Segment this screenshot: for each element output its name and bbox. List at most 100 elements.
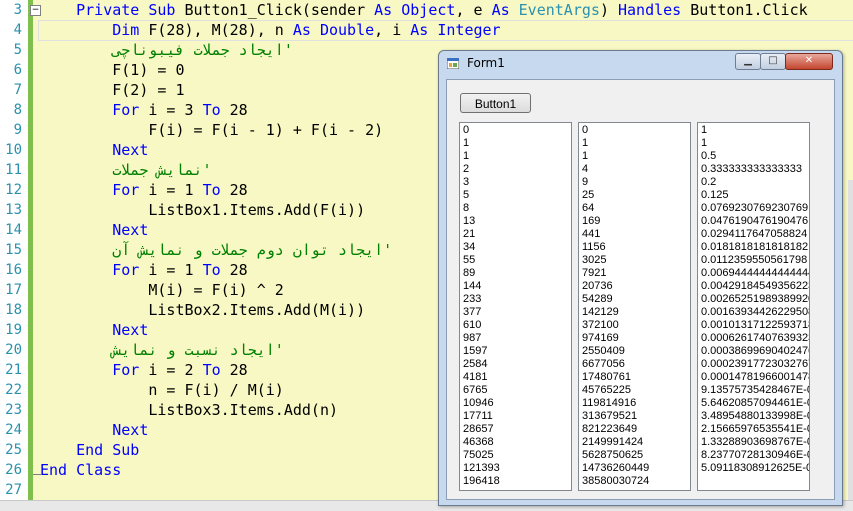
- listbox1-item[interactable]: 1: [463, 137, 571, 150]
- listbox3-item[interactable]: 0.00694444444444444: [701, 267, 809, 280]
- listbox1-item[interactable]: 233: [463, 293, 571, 306]
- listbox1-item[interactable]: 21: [463, 228, 571, 241]
- listbox2-item[interactable]: 2149991424: [582, 436, 690, 449]
- listbox3-item[interactable]: 0.0476190476190476: [701, 215, 809, 228]
- listbox3-item[interactable]: 9.13575735428467E-05: [701, 384, 809, 397]
- listbox1-item[interactable]: 2584: [463, 358, 571, 371]
- listbox3-item[interactable]: 0.000386996904024768: [701, 345, 809, 358]
- listbox1-item[interactable]: 34: [463, 241, 571, 254]
- listbox2-item[interactable]: 17480761: [582, 371, 690, 384]
- listbox1-item[interactable]: 121393: [463, 462, 571, 475]
- listbox3-item[interactable]: 0.5: [701, 150, 809, 163]
- listbox3-item[interactable]: 3.48954880133998E-05: [701, 410, 809, 423]
- maximize-button[interactable]: □: [760, 53, 786, 70]
- listbox1[interactable]: 0 1 1 2 3 5 8 13 21 34 55 89 144 233 377 610 987 1597 2584…: [459, 122, 572, 491]
- button1[interactable]: Button1: [460, 93, 531, 113]
- listbox3-item[interactable]: 0.000239177230327673: [701, 358, 809, 371]
- listbox2-item[interactable]: 1: [582, 150, 690, 163]
- listbox2-item[interactable]: 3025: [582, 254, 690, 267]
- line-number: 18: [5, 302, 22, 318]
- listbox2-item[interactable]: 142129: [582, 306, 690, 319]
- listbox3-item[interactable]: 0.00429184549356223: [701, 280, 809, 293]
- listbox2-item[interactable]: 9: [582, 176, 690, 189]
- close-button[interactable]: ✕: [785, 53, 833, 70]
- listbox2[interactable]: 0 1 1 4 9 25 64 169 441 1156 3025 7921 20736 54289 142…: [578, 122, 691, 491]
- listbox1-item[interactable]: 28657: [463, 423, 571, 436]
- listbox1-item[interactable]: 75025: [463, 449, 571, 462]
- listbox1-item[interactable]: 1597: [463, 345, 571, 358]
- listbox1-item[interactable]: 377: [463, 306, 571, 319]
- listbox3-item[interactable]: 0.125: [701, 189, 809, 202]
- listbox1-item[interactable]: 3: [463, 176, 571, 189]
- listbox2-item[interactable]: 821223649: [582, 423, 690, 436]
- listbox3-item[interactable]: 5.64620857094461E-05: [701, 397, 809, 410]
- listbox2-item[interactable]: 169: [582, 215, 690, 228]
- code-text: For i = 1 To 28: [40, 260, 247, 280]
- listbox2-item[interactable]: 313679521: [582, 410, 690, 423]
- listbox1-item[interactable]: 987: [463, 332, 571, 345]
- listbox1-item[interactable]: 55: [463, 254, 571, 267]
- listbox2-item[interactable]: 38580030724: [582, 475, 690, 488]
- listbox1-item[interactable]: 10946: [463, 397, 571, 410]
- listbox3-item[interactable]: 8.23770728130946E-06: [701, 449, 809, 462]
- listbox1-item[interactable]: 610: [463, 319, 571, 332]
- listbox1-item[interactable]: 89: [463, 267, 571, 280]
- listbox2-item[interactable]: 1156: [582, 241, 690, 254]
- listbox2-item[interactable]: 1: [582, 137, 690, 150]
- code-token: , i: [374, 21, 411, 39]
- listbox3-item[interactable]: 0.333333333333333: [701, 163, 809, 176]
- listbox2-item[interactable]: 7921: [582, 267, 690, 280]
- listbox2-item[interactable]: 0: [582, 124, 690, 137]
- listbox2-item[interactable]: 25: [582, 189, 690, 202]
- line-number: 17: [5, 282, 22, 298]
- listbox3-item[interactable]: 0.000147819660014782: [701, 371, 809, 384]
- listbox2-item[interactable]: 64: [582, 202, 690, 215]
- listbox1-item[interactable]: 0: [463, 124, 571, 137]
- listbox2-item[interactable]: 119814916: [582, 397, 690, 410]
- listbox2-item[interactable]: 2550409: [582, 345, 690, 358]
- listbox2-item[interactable]: 14736260449: [582, 462, 690, 475]
- listbox1-item[interactable]: 5: [463, 189, 571, 202]
- listbox3-item[interactable]: 1: [701, 124, 809, 137]
- minimize-button[interactable]: ▁: [735, 53, 761, 70]
- listbox1-item[interactable]: 17711: [463, 410, 571, 423]
- listbox1-item[interactable]: 13: [463, 215, 571, 228]
- listbox1-item[interactable]: 46368: [463, 436, 571, 449]
- listbox2-item[interactable]: 20736: [582, 280, 690, 293]
- listbox3-item[interactable]: 1: [701, 137, 809, 150]
- listbox2-item[interactable]: 4: [582, 163, 690, 176]
- code-keyword: To: [202, 261, 221, 279]
- listbox1-item[interactable]: 6765: [463, 384, 571, 397]
- listbox3-item[interactable]: 0.0769230769230769: [701, 202, 809, 215]
- listbox3-item[interactable]: 1.33288903698767E-05: [701, 436, 809, 449]
- listbox2-item[interactable]: 54289: [582, 293, 690, 306]
- code-line[interactable]: 4 Dim F(28), M(28), n As Double, i As In…: [0, 20, 853, 40]
- listbox1-item[interactable]: 144: [463, 280, 571, 293]
- listbox3-item[interactable]: 5.09118308912625E-06: [701, 462, 809, 475]
- listbox1-item[interactable]: 4181: [463, 371, 571, 384]
- listbox3-item[interactable]: 0.00101317122593718: [701, 319, 809, 332]
- listbox1-item[interactable]: 196418: [463, 475, 571, 488]
- listbox3-item[interactable]: 2.15665976535541E-05: [701, 423, 809, 436]
- listbox2-item[interactable]: 441: [582, 228, 690, 241]
- listbox2-item[interactable]: 372100: [582, 319, 690, 332]
- code-line[interactable]: 3 Private Sub Button1_Click(sender As Ob…: [0, 0, 853, 20]
- listbox1-item[interactable]: 2: [463, 163, 571, 176]
- window-titlebar[interactable]: Form1 ▁ □ ✕: [439, 51, 842, 77]
- listbox3-item[interactable]: 0.0112359550561798: [701, 254, 809, 267]
- listbox3-item[interactable]: 0.000626174076393237: [701, 332, 809, 345]
- form1-window[interactable]: Form1 ▁ □ ✕ Button1 0 1 1 2 3 5 8 13 21 34 55 89 144…: [438, 50, 843, 506]
- listbox2-item[interactable]: 45765225: [582, 384, 690, 397]
- editor-vertical-scrollbar[interactable]: [848, 180, 853, 500]
- listbox3-item[interactable]: 0.0181818181818182: [701, 241, 809, 254]
- listbox3-item[interactable]: 0.2: [701, 176, 809, 189]
- listbox3-item[interactable]: 0.0294117647058824: [701, 228, 809, 241]
- listbox2-item[interactable]: 5628750625: [582, 449, 690, 462]
- listbox2-item[interactable]: 974169: [582, 332, 690, 345]
- listbox3-item[interactable]: 0.00163934426229508: [701, 306, 809, 319]
- listbox3-item[interactable]: 0.00265251989389920: [701, 293, 809, 306]
- listbox2-item[interactable]: 6677056: [582, 358, 690, 371]
- listbox3[interactable]: 1 1 0.5 0.333333333333333 0.2 0.125 0.07692307…: [697, 122, 810, 491]
- listbox1-item[interactable]: 8: [463, 202, 571, 215]
- listbox1-item[interactable]: 1: [463, 150, 571, 163]
